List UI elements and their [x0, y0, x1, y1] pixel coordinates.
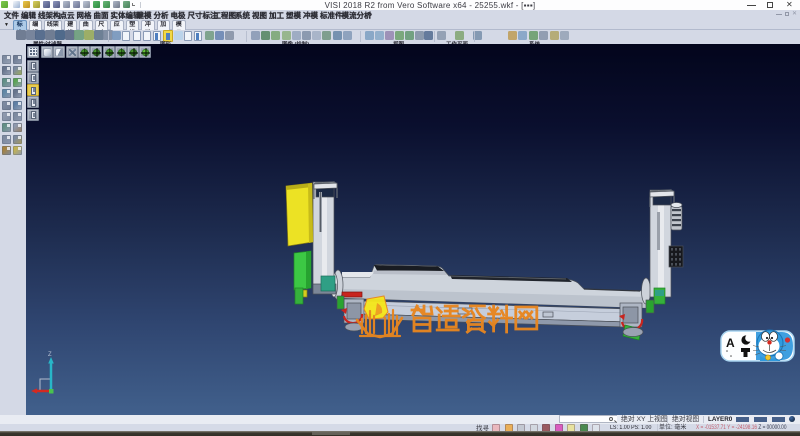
svg-text:Z: Z — [48, 352, 52, 358]
svg-text:A: A — [726, 336, 735, 350]
